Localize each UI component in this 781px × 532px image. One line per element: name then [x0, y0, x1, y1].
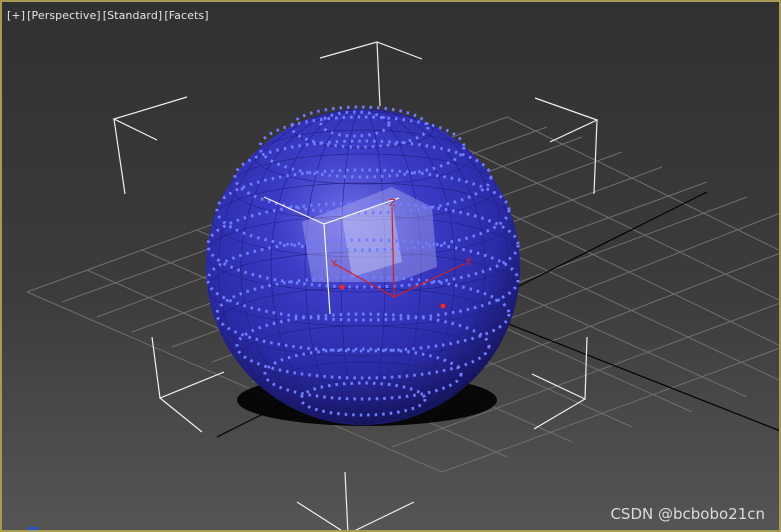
scene-canvas[interactable]: X Y Z [2, 2, 781, 532]
axis-y-label: Y [330, 259, 338, 270]
sphere-object[interactable] [206, 105, 520, 426]
axis-z-label: Z [389, 198, 396, 209]
world-axis-tripod [28, 527, 38, 530]
perspective-viewport[interactable]: [+] [Perspective] [Standard] [Facets] X … [0, 0, 781, 532]
axis-x-label: X [465, 257, 472, 268]
vertex-marker [440, 303, 446, 309]
watermark: CSDN @bcbobo21cn [610, 505, 765, 523]
vertex-marker [339, 284, 345, 290]
